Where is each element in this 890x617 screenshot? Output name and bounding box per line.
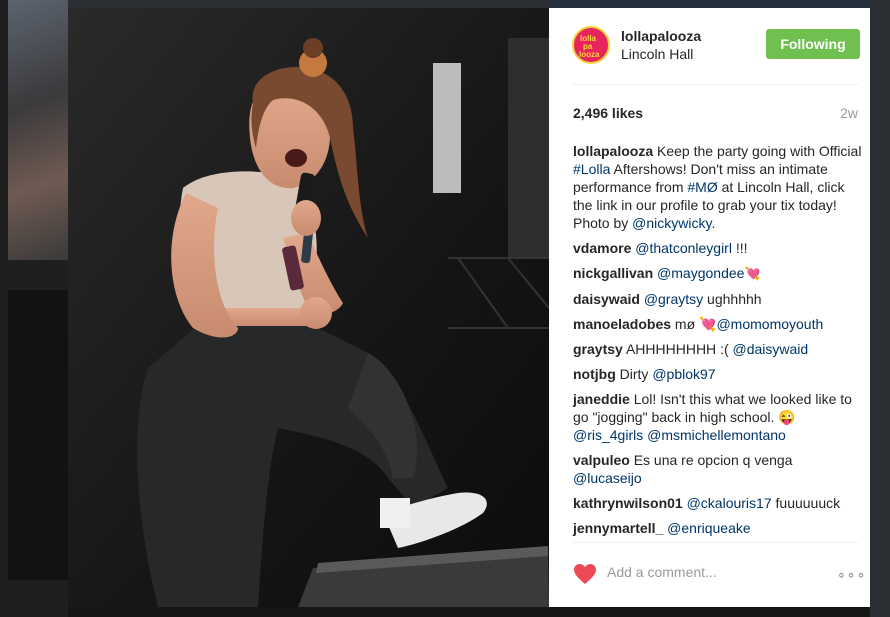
caption-username[interactable]: lollapalooza	[573, 143, 653, 159]
list-item: graytsy AHHHHHHHH :( @daisywaid	[573, 340, 863, 358]
list-item: vdamore @thatconleygirl !!!	[573, 239, 863, 257]
list-item: valpuleo Es una re opcion q venga @lucas…	[573, 451, 863, 487]
comment-username[interactable]: janeddie	[573, 391, 630, 407]
mention-link[interactable]: @maygondee	[657, 265, 744, 281]
comment-username[interactable]: daisywaid	[573, 291, 640, 307]
mention-link[interactable]: @ris_4girls	[573, 427, 643, 443]
mention-link[interactable]: @enriqueake	[667, 520, 751, 536]
comment-text: !!!	[731, 240, 748, 256]
hashtag-link[interactable]: #Lolla	[573, 161, 610, 177]
comment-text: mø 💘	[674, 316, 717, 332]
list-item: nickgallivan @maygondee 💘	[573, 264, 863, 283]
list-item: jennymartell_ @enriqueake	[573, 519, 863, 537]
post-actions: Add a comment... ∘∘∘	[549, 542, 870, 607]
comment-username[interactable]: jennymartell_	[573, 520, 663, 536]
list-item: kathrynwilson01 @ckalouris17 fuuuuuuck	[573, 494, 863, 512]
post-age[interactable]: 2w	[840, 105, 858, 121]
likes-count[interactable]: 2,496 likes	[573, 105, 643, 121]
background-strip-top	[68, 0, 549, 8]
performer-illustration	[68, 8, 549, 607]
comment-text: Es una re opcion q venga	[633, 452, 793, 468]
mention-link[interactable]: @nickywicky	[632, 215, 711, 231]
comment-username[interactable]: valpuleo	[573, 452, 630, 468]
comment-text: 💘	[744, 266, 761, 281]
comment-text: Dirty	[619, 366, 653, 382]
profile-avatar[interactable]: lolla pa looza	[572, 26, 610, 64]
list-item: notjbg Dirty @pblok97	[573, 365, 863, 383]
list-item: manoeladobes mø 💘@momomoyouth	[573, 315, 863, 333]
comment-username[interactable]: nickgallivan	[573, 265, 653, 281]
mention-link[interactable]: @daisywaid	[733, 341, 809, 357]
comment-username[interactable]: kathrynwilson01	[573, 495, 683, 511]
comment-text: AHHHHHHHH :(	[625, 341, 733, 357]
comment-text: ughhhhh	[703, 291, 762, 307]
avatar-logo-line-3: looza	[579, 50, 600, 59]
heart-icon[interactable]	[573, 563, 597, 585]
list-item: daisywaid @graytsy ughhhhh	[573, 290, 863, 308]
background-photo-right	[870, 0, 890, 617]
caption-text: .	[711, 215, 716, 231]
add-comment-input[interactable]: Add a comment...	[607, 564, 717, 580]
post-username[interactable]: lollapalooza	[621, 28, 701, 44]
comment-text: fuuuuuuck	[771, 495, 841, 511]
list-item: janeddie Lol! Isn't this what we looked …	[573, 390, 863, 444]
background-strip-top-right	[549, 0, 870, 8]
comment-username[interactable]: manoeladobes	[573, 316, 671, 332]
mention-link[interactable]: @graytsy	[644, 291, 703, 307]
background-photo-dark	[8, 290, 68, 580]
post-detail-panel: lolla pa looza lollapalooza Lincoln Hall…	[549, 8, 870, 607]
caption-text: Keep the party going with Official	[657, 143, 862, 159]
comment-username[interactable]: notjbg	[573, 366, 616, 382]
header-divider	[573, 84, 858, 85]
post-photo[interactable]	[68, 8, 549, 607]
following-button[interactable]: Following	[766, 29, 860, 59]
post-header: lolla pa looza lollapalooza Lincoln Hall…	[549, 8, 870, 84]
mention-link[interactable]: @ckalouris17	[687, 495, 772, 511]
comment-username[interactable]: graytsy	[573, 341, 623, 357]
mention-link[interactable]: @thatconleygirl	[635, 240, 732, 256]
comment-username[interactable]: vdamore	[573, 240, 631, 256]
mention-link[interactable]: @msmichellemontano	[647, 427, 786, 443]
more-options-icon[interactable]: ∘∘∘	[837, 566, 866, 583]
post-location[interactable]: Lincoln Hall	[621, 46, 693, 62]
caption: lollapalooza Keep the party going with O…	[573, 142, 863, 232]
hashtag-link[interactable]: #MØ	[687, 179, 717, 195]
mention-link[interactable]: @momomoyouth	[716, 316, 823, 332]
mention-link[interactable]: @pblok97	[652, 366, 715, 382]
background-strip-bottom	[68, 607, 870, 617]
mention-link[interactable]: @lucaseijo	[573, 470, 642, 486]
background-photo-crowd	[8, 0, 68, 260]
comments-list: lollapalooza Keep the party going with O…	[573, 142, 863, 544]
